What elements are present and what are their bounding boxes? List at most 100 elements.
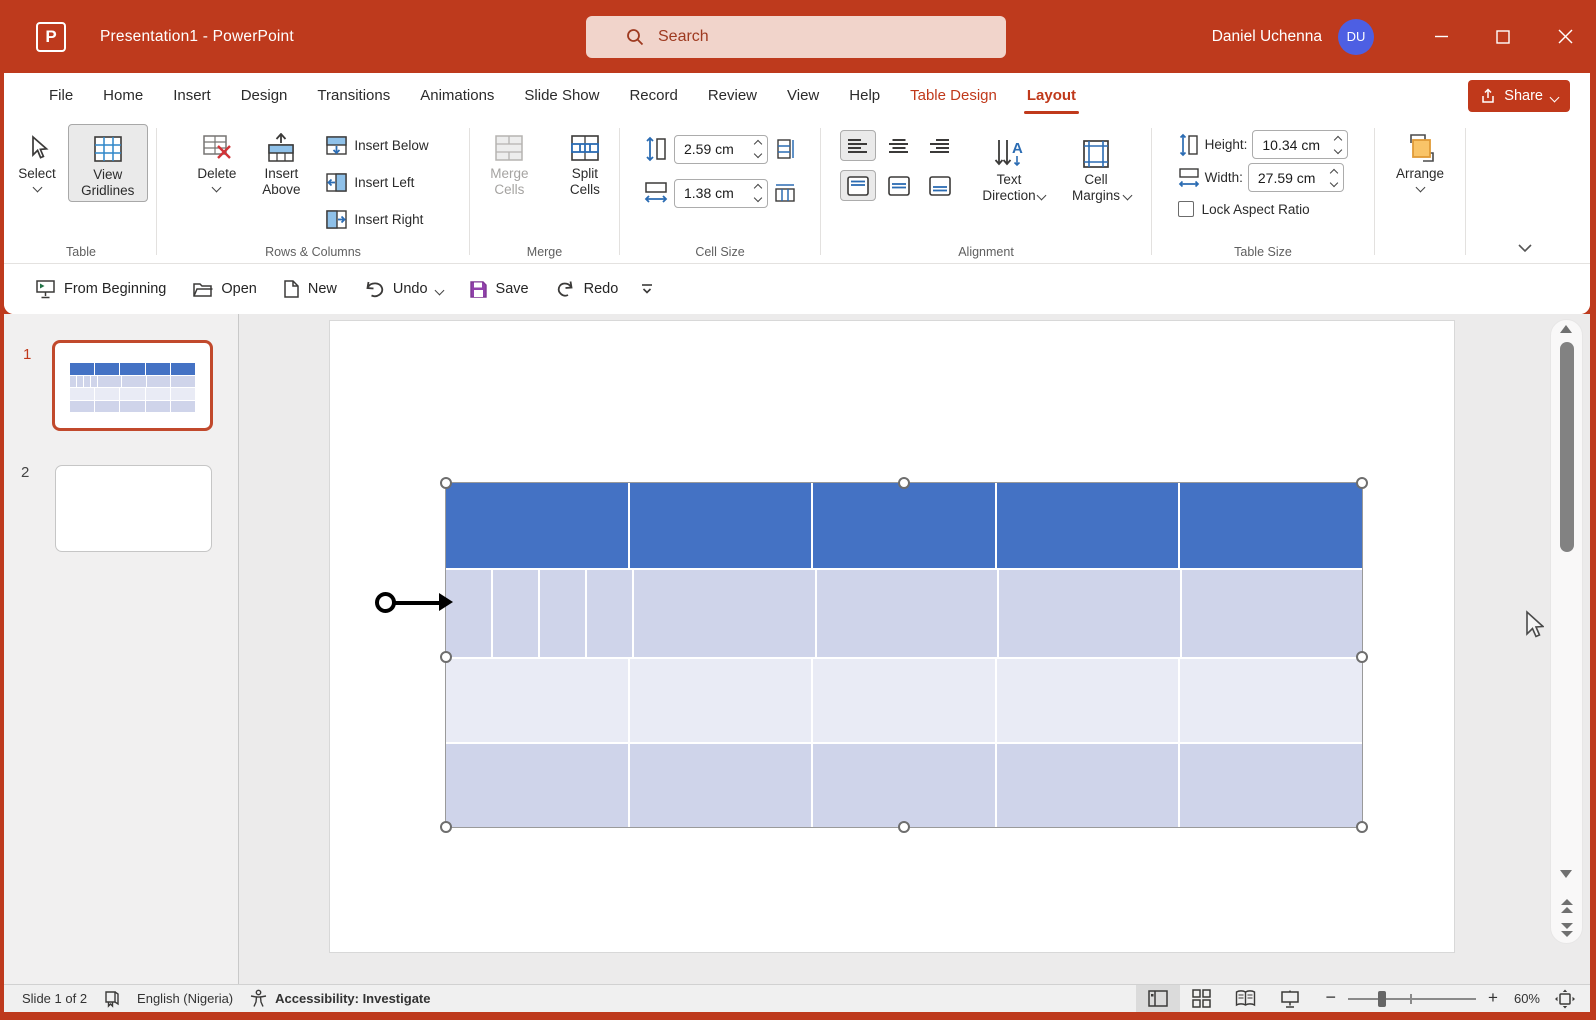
cell-margins-button[interactable]: Cell Margins xyxy=(1060,130,1132,201)
table-cell[interactable] xyxy=(630,744,812,827)
align-middle-button[interactable] xyxy=(881,170,917,201)
tab-file[interactable]: File xyxy=(34,73,88,118)
redo-button[interactable]: Redo xyxy=(546,273,628,305)
table-height-spinner[interactable] xyxy=(1329,137,1347,153)
zoom-slider[interactable] xyxy=(1348,998,1476,1000)
fit-slide-to-window-button[interactable] xyxy=(1546,985,1590,1013)
search-input[interactable]: Search xyxy=(586,16,1006,58)
table-cell[interactable] xyxy=(1180,744,1362,827)
view-gridlines-toggle[interactable]: View Gridlines xyxy=(68,124,148,202)
table-cell[interactable] xyxy=(540,570,585,657)
cell-height-field[interactable]: 2.59 cm xyxy=(674,135,768,164)
table-cell[interactable] xyxy=(813,659,995,742)
handle-bottom-center[interactable] xyxy=(898,821,910,833)
table-cell[interactable] xyxy=(997,744,1179,827)
table-cell[interactable] xyxy=(120,388,144,399)
tab-record[interactable]: Record xyxy=(614,73,692,118)
align-center-button[interactable] xyxy=(881,130,917,161)
table-cell[interactable] xyxy=(98,376,122,388)
normal-view-button[interactable] xyxy=(1136,985,1180,1013)
insert-below-button[interactable]: Insert Below xyxy=(322,132,432,158)
table-cell[interactable] xyxy=(634,570,814,657)
spell-check-button[interactable] xyxy=(95,985,129,1013)
table-cell[interactable] xyxy=(587,570,632,657)
text-direction-button[interactable]: A Text Direction xyxy=(972,130,1046,201)
tab-table-design[interactable]: Table Design xyxy=(895,73,1012,118)
table-cell[interactable] xyxy=(446,570,491,657)
zoom-in-button[interactable]: + xyxy=(1484,985,1508,1013)
handle-top-center[interactable] xyxy=(898,477,910,489)
table-cell[interactable] xyxy=(120,401,144,412)
slideshow-view-button[interactable] xyxy=(1268,985,1312,1013)
lock-aspect-ratio-checkbox[interactable]: Lock Aspect Ratio xyxy=(1178,194,1349,224)
table-cell[interactable] xyxy=(70,401,94,412)
tab-home[interactable]: Home xyxy=(88,73,158,118)
qat-overflow-button[interactable] xyxy=(635,277,659,301)
table-cell[interactable] xyxy=(146,401,170,412)
table-cell[interactable] xyxy=(999,570,1179,657)
table-cell[interactable] xyxy=(171,401,195,412)
table-cell[interactable] xyxy=(171,363,195,375)
next-slide-icon[interactable] xyxy=(1560,922,1574,938)
tab-transitions[interactable]: Transitions xyxy=(302,73,405,118)
align-left-button[interactable] xyxy=(840,130,876,161)
table-cell[interactable] xyxy=(95,363,119,375)
undo-button[interactable]: Undo xyxy=(354,273,452,305)
cell-width-spinner[interactable] xyxy=(749,185,767,201)
tab-help[interactable]: Help xyxy=(834,73,895,118)
handle-top-right[interactable] xyxy=(1356,477,1368,489)
tab-design[interactable]: Design xyxy=(226,73,303,118)
accessibility-button[interactable]: Accessibility: Investigate xyxy=(241,985,438,1013)
language-indicator[interactable]: English (Nigeria) xyxy=(129,985,241,1013)
select-button[interactable]: Select xyxy=(14,124,60,193)
align-right-button[interactable] xyxy=(922,130,958,161)
open-button[interactable]: Open xyxy=(183,274,265,304)
table-cell[interactable] xyxy=(171,376,195,388)
tab-view[interactable]: View xyxy=(772,73,834,118)
insert-above-button[interactable]: Insert Above xyxy=(250,124,312,200)
insert-right-button[interactable]: Insert Right xyxy=(322,206,432,232)
table-cell[interactable] xyxy=(84,376,90,388)
scrollbar-thumb[interactable] xyxy=(1560,342,1574,552)
zoom-level[interactable]: 60% xyxy=(1508,985,1546,1013)
table-cell[interactable] xyxy=(70,388,94,399)
table-cell[interactable] xyxy=(817,570,997,657)
align-top-button[interactable] xyxy=(840,170,876,201)
table-cell[interactable] xyxy=(122,376,146,388)
tab-review[interactable]: Review xyxy=(693,73,772,118)
handle-bottom-left[interactable] xyxy=(440,821,452,833)
delete-button[interactable]: Delete xyxy=(193,124,240,193)
split-cells-button[interactable]: Split Cells xyxy=(555,124,615,200)
distribute-rows-icon[interactable] xyxy=(774,138,796,160)
save-button[interactable]: Save xyxy=(460,274,538,305)
scroll-down-icon[interactable] xyxy=(1560,870,1572,878)
table-cell[interactable] xyxy=(997,659,1179,742)
table-cell[interactable] xyxy=(70,376,76,388)
table-cell[interactable] xyxy=(70,363,94,375)
reading-view-button[interactable] xyxy=(1224,985,1268,1013)
table-cell[interactable] xyxy=(171,388,195,399)
align-bottom-button[interactable] xyxy=(922,170,958,201)
maximize-button[interactable] xyxy=(1472,0,1534,73)
tab-layout[interactable]: Layout xyxy=(1012,73,1091,118)
tab-slide-show[interactable]: Slide Show xyxy=(509,73,614,118)
table-cell[interactable] xyxy=(146,388,170,399)
previous-slide-icon[interactable] xyxy=(1560,898,1574,914)
table-cell[interactable] xyxy=(91,376,97,388)
cell-width-field[interactable]: 1.38 cm xyxy=(674,179,768,208)
arrange-button[interactable]: Arrange xyxy=(1392,124,1448,241)
zoom-out-button[interactable]: − xyxy=(1312,985,1341,1013)
table-cell[interactable] xyxy=(813,744,995,827)
table-width-spinner[interactable] xyxy=(1325,170,1343,186)
table-cell[interactable] xyxy=(120,363,144,375)
table-cell[interactable] xyxy=(813,483,995,568)
slide-1-thumbnail[interactable] xyxy=(52,340,213,431)
slide-2-thumbnail[interactable] xyxy=(55,465,212,552)
table-cell[interactable] xyxy=(1180,483,1362,568)
tab-insert[interactable]: Insert xyxy=(158,73,226,118)
close-button[interactable] xyxy=(1534,0,1596,73)
minimize-button[interactable] xyxy=(1410,0,1472,73)
table-cell[interactable] xyxy=(95,401,119,412)
table-cell[interactable] xyxy=(446,744,628,827)
handle-mid-left[interactable] xyxy=(440,651,452,663)
